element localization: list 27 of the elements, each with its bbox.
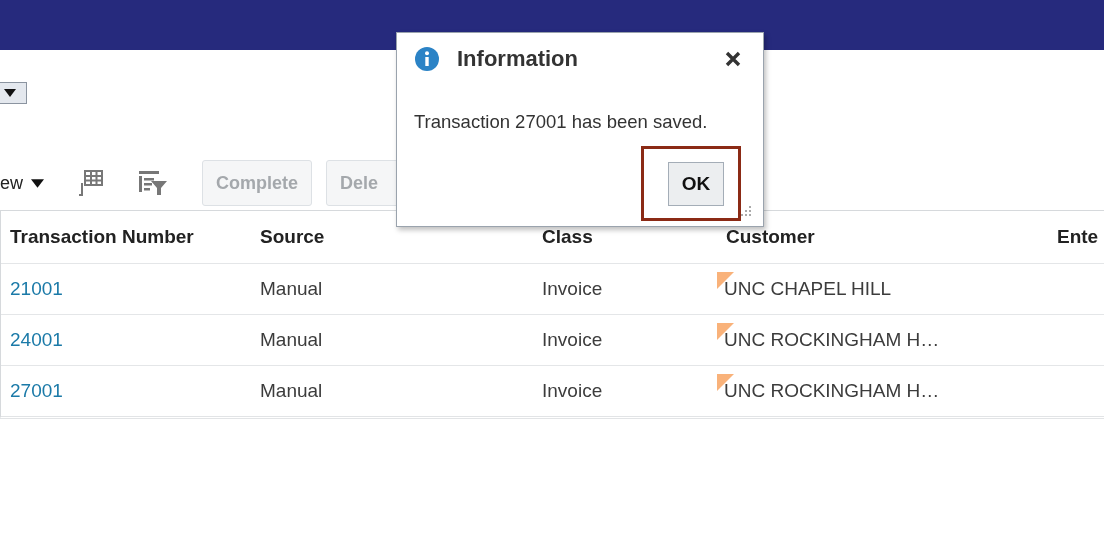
caret-icon: [31, 178, 44, 188]
view-menu[interactable]: ew: [0, 172, 44, 194]
table-cell: Invoice: [542, 380, 603, 402]
filter-icon[interactable]: [138, 170, 168, 196]
table-cell: Manual: [260, 329, 323, 351]
table-cell: UNC ROCKINGHAM H…: [724, 329, 940, 351]
freeze-columns-icon[interactable]: [78, 169, 104, 197]
transaction-link[interactable]: 24001: [10, 329, 63, 351]
table-cell: Manual: [260, 380, 323, 402]
dialog-title: Information: [457, 46, 579, 72]
column-header[interactable]: Transaction Number: [1, 211, 251, 263]
column-header[interactable]: Customer: [717, 211, 1048, 263]
transaction-link[interactable]: 27001: [10, 380, 63, 402]
table-cell: Manual: [260, 278, 323, 300]
info-icon: [415, 47, 439, 71]
ok-button[interactable]: OK: [668, 162, 724, 206]
caret-icon: [4, 89, 16, 97]
table-cell: UNC CHAPEL HILL: [724, 278, 892, 300]
transaction-link[interactable]: 21001: [10, 278, 63, 300]
table-cell: Invoice: [542, 329, 603, 351]
column-header[interactable]: Ente: [1048, 211, 1104, 263]
dropdown-button[interactable]: [0, 82, 27, 104]
table-cell: Invoice: [542, 278, 603, 300]
dialog-message: Transaction 27001 has been saved.: [414, 111, 709, 133]
resize-grip-icon[interactable]: [741, 206, 751, 216]
table-cell: UNC ROCKINGHAM H…: [724, 380, 940, 402]
close-icon[interactable]: [725, 51, 741, 67]
